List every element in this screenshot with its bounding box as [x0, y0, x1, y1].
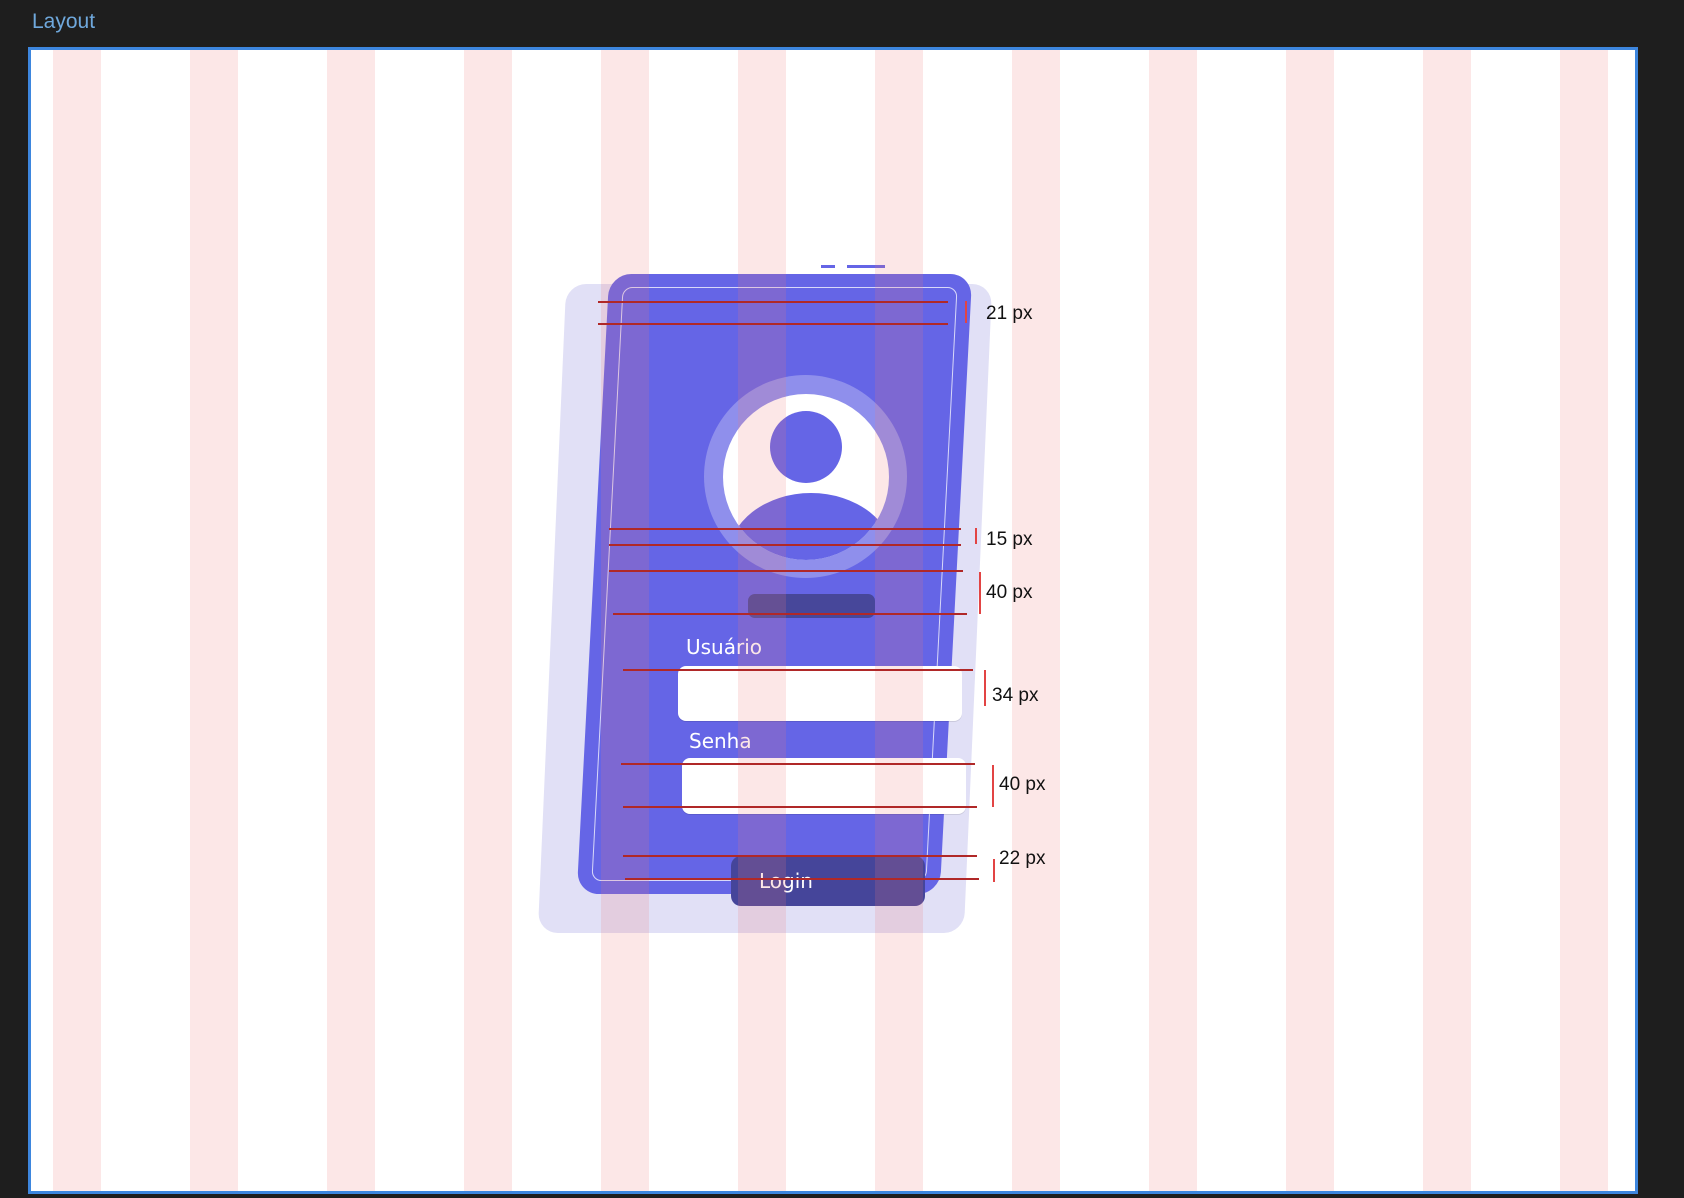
- spacing-guide-line: [609, 528, 961, 530]
- spacing-guide-line: [613, 613, 967, 615]
- grid-column: [1560, 50, 1608, 1191]
- spacing-guide-line: [609, 544, 961, 546]
- grid-column: [190, 50, 238, 1191]
- spacing-measurement: 22 px: [999, 848, 1046, 869]
- spacing-measurement: 21 px: [986, 303, 1033, 324]
- spacing-measurement: 34 px: [992, 685, 1039, 706]
- measure-tick: [965, 301, 967, 323]
- measure-tick: [992, 765, 994, 807]
- grid-column: [1012, 50, 1060, 1191]
- login-button[interactable]: Login: [731, 856, 925, 906]
- avatar-body-shape: [728, 493, 889, 560]
- measure-tick: [975, 528, 977, 544]
- measure-tick: [984, 670, 986, 706]
- spacing-guide-line: [625, 878, 979, 880]
- spacing-guide-line: [598, 323, 948, 325]
- spacing-measurement: 40 px: [986, 582, 1033, 603]
- small-dash-decoration: [821, 265, 835, 268]
- user-avatar-icon: [723, 394, 889, 560]
- layout-frame[interactable]: Usuário Senha Login 21 px 15 px 40 px 34…: [28, 47, 1638, 1194]
- avatar-head-shape: [770, 411, 842, 483]
- grid-column: [464, 50, 512, 1191]
- spacing-guide-line: [598, 301, 948, 303]
- frame-title[interactable]: Layout: [32, 10, 95, 34]
- spacing-measurement: 40 px: [999, 774, 1046, 795]
- spacing-guide-line: [623, 669, 973, 671]
- password-label: Senha: [689, 729, 752, 753]
- grid-column: [1423, 50, 1471, 1191]
- long-dash-decoration: [847, 265, 885, 268]
- grid-column: [1286, 50, 1334, 1191]
- spacing-guide-line: [621, 763, 975, 765]
- grid-column: [53, 50, 101, 1191]
- user-label: Usuário: [686, 635, 763, 659]
- spacing-guide-line: [623, 806, 977, 808]
- user-input[interactable]: [678, 666, 962, 721]
- spacing-guide-line: [623, 855, 977, 857]
- spacing-measurement: 15 px: [986, 529, 1033, 550]
- measure-tick: [993, 859, 995, 882]
- grid-column: [327, 50, 375, 1191]
- grid-column: [1149, 50, 1197, 1191]
- measure-tick: [979, 572, 981, 614]
- spacing-guide-line: [609, 570, 963, 572]
